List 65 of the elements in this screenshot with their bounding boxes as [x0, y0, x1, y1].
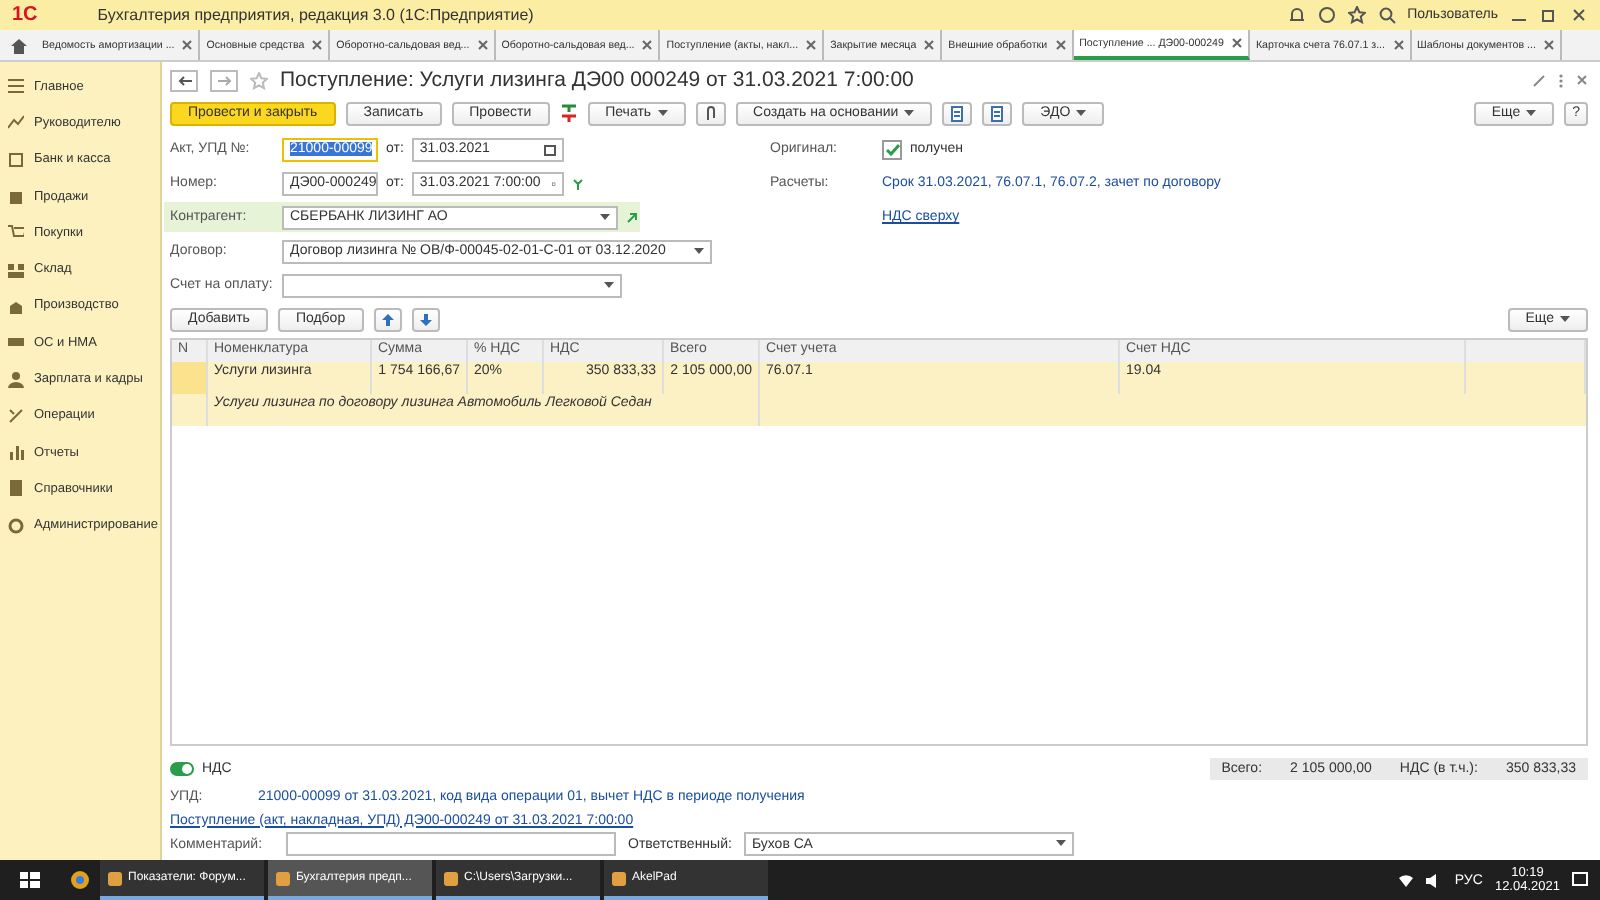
table-cell — [172, 362, 208, 394]
notifications-icon[interactable] — [1572, 872, 1588, 888]
check-icon — [885, 143, 899, 155]
caret-icon — [694, 247, 704, 255]
caret-icon — [904, 109, 915, 117]
back-button[interactable] — [170, 69, 198, 91]
caret-icon — [1560, 315, 1570, 323]
down-arrow-icon — [419, 313, 432, 325]
menu-icon — [8, 78, 24, 95]
close-icon[interactable] — [642, 40, 653, 50]
link-icon[interactable] — [1532, 73, 1546, 87]
attach-button[interactable] — [695, 101, 726, 125]
close-icon[interactable] — [924, 40, 935, 50]
caret-icon — [600, 213, 610, 221]
invoice-field[interactable] — [282, 273, 622, 297]
close-icon[interactable] — [1393, 40, 1403, 50]
comment-field[interactable] — [286, 832, 616, 856]
close-icon[interactable] — [182, 40, 193, 50]
app-icon — [276, 871, 290, 885]
app-icon — [612, 871, 626, 885]
report-button[interactable] — [942, 101, 973, 125]
toggle-switch[interactable] — [170, 761, 194, 775]
document-icon — [990, 105, 1005, 121]
app-logo: 1С — [12, 4, 38, 26]
more-icon[interactable] — [1558, 73, 1564, 87]
caret-icon — [1076, 109, 1087, 117]
star-icon[interactable] — [250, 71, 268, 89]
window-title: Бухгалтерия предприятия, редакция 3.0 (1С:Предприятие) — [97, 6, 536, 24]
close-icon[interactable] — [1576, 74, 1588, 86]
open-link-icon[interactable] — [626, 211, 638, 223]
caret-icon — [1526, 109, 1537, 117]
close-icon[interactable] — [477, 40, 488, 50]
close-icon[interactable] — [1055, 40, 1066, 50]
up-arrow-icon — [381, 313, 394, 325]
checkbox[interactable] — [882, 139, 902, 159]
bell-icon[interactable] — [1287, 6, 1306, 24]
left-arrow-icon — [177, 75, 191, 85]
person-icon — [8, 371, 24, 388]
restore-icon[interactable] — [1540, 6, 1558, 24]
close-icon[interactable] — [1570, 6, 1588, 24]
close-icon[interactable] — [312, 40, 323, 50]
paperclip-icon — [703, 105, 718, 121]
caret-icon — [1055, 840, 1066, 848]
cart-icon — [8, 224, 24, 241]
caret-icon — [657, 109, 668, 117]
app-icon — [444, 871, 458, 885]
chart-icon — [8, 114, 24, 131]
star-icon[interactable] — [1347, 6, 1366, 24]
right-arrow-icon — [217, 75, 231, 85]
bar-chart-icon — [8, 444, 24, 461]
document-icon — [950, 105, 965, 121]
report-button[interactable] — [982, 101, 1013, 125]
close-icon[interactable] — [1543, 40, 1554, 50]
document-title: Поступление: Услуги лизинга ДЭ00 000249 от 31.03.2021 7:00:00 — [280, 68, 914, 92]
wifi-icon[interactable] — [1398, 873, 1415, 887]
move-down-button[interactable] — [411, 307, 440, 331]
boxes-icon — [8, 261, 24, 278]
home-icon[interactable] — [9, 37, 27, 53]
move-up-button[interactable] — [373, 307, 402, 331]
caret-icon — [604, 281, 614, 289]
close-icon[interactable] — [806, 40, 817, 50]
debit-credit-icon[interactable] — [559, 103, 578, 123]
app-icon — [108, 871, 122, 885]
close-icon[interactable] — [1231, 38, 1242, 48]
search-icon[interactable] — [1377, 6, 1396, 24]
